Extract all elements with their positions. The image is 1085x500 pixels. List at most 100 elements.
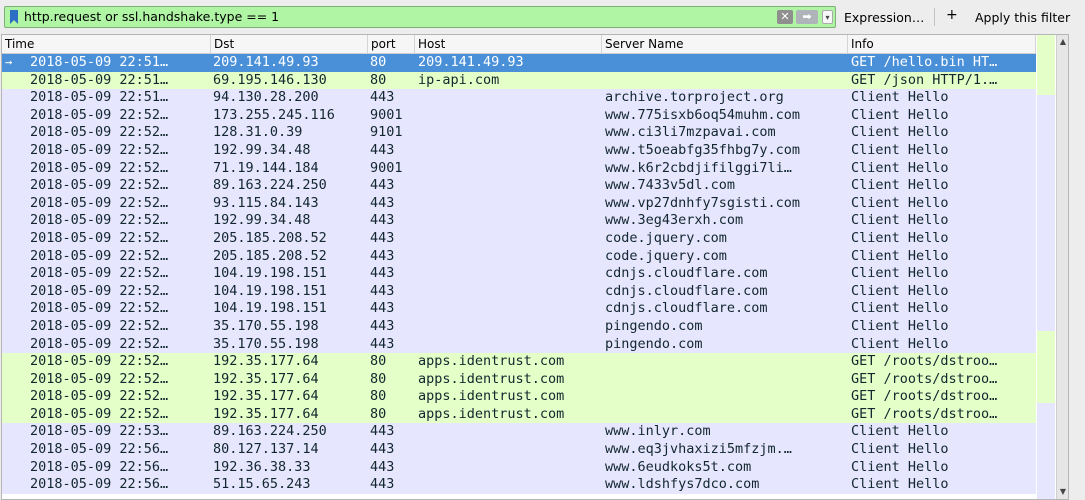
cell-server: www.7433v5dl.com [605,177,736,194]
scroll-up-icon[interactable]: ▲ [1057,35,1068,49]
packet-row[interactable]: 2018-05-09 22:56… 51.15.65.243 443 www.ldsh… [2,476,1036,494]
cell-dst: 192.35.177.64 [213,405,319,422]
packet-row[interactable]: 2018-05-09 22:52… 192.99.34.48 443 www.3eg4… [2,212,1036,230]
packet-row[interactable]: 2018-05-09 22:56… 80.127.137.14 443 www.eq3… [2,441,1036,459]
packet-row[interactable]: 2018-05-09 22:52… 93.115.84.143 443 www.vp2… [2,194,1036,213]
cell-server: www.k6r2cbdjifilggi7li… [605,159,792,176]
column-header-server-name[interactable]: Server Name [602,35,848,54]
packet-row[interactable]: 2018-05-09 22:52… 35.170.55.198 443 pingend… [2,317,1036,336]
column-header-info[interactable]: Info [848,35,1036,54]
cell-time: 2018-05-09 22:52… [30,370,169,387]
cell-host: ip-api.com [418,71,500,88]
cell-dst: 205.185.208.52 [213,229,327,246]
cell-info: Client Hello [851,441,949,458]
packet-row[interactable]: 2018-05-09 22:52… 192.35.177.64 80 apps.ide… [2,388,1036,406]
packet-row[interactable]: 2018-05-09 22:52… 89.163.224.250 443 www.74… [2,177,1036,195]
packet-row[interactable]: → 2018-05-09 22:51… 209.141.49.93 80 209.141… [2,54,1036,72]
cell-server [605,54,850,72]
packet-row[interactable]: 2018-05-09 22:52… 192.35.177.64 80 apps.ide… [2,370,1036,389]
expression-button[interactable]: Expression… [844,10,924,25]
column-header-time[interactable]: Time [2,35,211,54]
cell-server: www.eq3jvhaxizi5mfzjm.… [605,441,792,458]
packet-list[interactable]: Time Dst port Host Server Name Info → 201… [1,34,1069,500]
cell-server: cdnjs.cloudflare.com [605,282,768,299]
packet-row[interactable]: 2018-05-09 22:52… 71.19.144.184 9001 www.k6… [2,159,1036,178]
packet-rows: → 2018-05-09 22:51… 209.141.49.93 80 209.141… [2,54,1036,494]
cell-host [418,265,603,283]
cell-host [418,124,603,142]
packet-row[interactable]: 2018-05-09 22:52… 173.255.245.116 9001 www.… [2,106,1036,125]
cell-time: 2018-05-09 22:52… [30,194,169,211]
scroll-down-icon[interactable]: ▼ [1057,485,1068,499]
filter-history-dropdown[interactable]: ▾ [822,10,833,24]
cell-time: 2018-05-09 22:56… [30,476,169,493]
cell-info: Client Hello [851,317,949,334]
cell-host [418,336,603,354]
add-filter-button-icon[interactable]: + [946,7,958,23]
column-header-host[interactable]: Host [415,35,602,54]
cell-host: apps.identrust.com [418,405,565,422]
filter-text[interactable]: http.request or ssl.handshake.type == 1 [24,9,279,24]
cell-server: archive.torproject.org [605,89,784,106]
packet-row[interactable]: 2018-05-09 22:56… 192.36.38.33 443 www.6eud… [2,458,1036,477]
cell-server: pingendo.com [605,335,703,352]
cell-time: 2018-05-09 22:51… [30,89,169,106]
cell-port: 80 [370,54,387,70]
clear-icon[interactable]: ✕ [777,10,793,24]
packet-row[interactable]: 2018-05-09 22:52… 128.31.0.39 9101 www.ci3l… [2,124,1036,142]
vertical-scrollbar[interactable]: ▲ ▼ [1056,35,1068,499]
cell-host: apps.identrust.com [418,370,565,387]
cell-host [418,230,603,248]
packet-row[interactable]: 2018-05-09 22:52… 104.19.198.151 443 cdnjs.… [2,282,1036,301]
cell-info: Client Hello [851,159,949,176]
cell-time: 2018-05-09 22:56… [30,441,169,458]
packet-row[interactable]: 2018-05-09 22:53… 89.163.224.250 443 www.in… [2,423,1036,442]
cell-server: www.vp27dnhfy7sgisti.com [605,194,801,211]
apply-this-filter-button[interactable]: Apply this filter [975,10,1070,25]
cell-port: 443 [370,229,395,246]
cell-time: 2018-05-09 22:52… [30,317,169,334]
column-header-dst[interactable]: Dst [211,35,368,54]
cell-time: 2018-05-09 22:52… [30,159,169,176]
packet-row[interactable]: 2018-05-09 22:52… 205.185.208.52 443 code.j… [2,247,1036,266]
cell-server: www.775isxb6oq54muhm.com [605,106,801,123]
cell-dst: 192.35.177.64 [213,370,319,387]
cell-host [418,300,603,318]
minimap-segment [1037,95,1055,331]
packet-row[interactable]: 2018-05-09 22:52… 192.35.177.64 80 apps.ide… [2,405,1036,424]
cell-host [418,89,603,107]
packet-row[interactable]: 2018-05-09 22:52… 192.99.34.48 443 www.t5oe… [2,141,1036,160]
cell-port: 443 [370,476,395,493]
cell-host [418,177,603,195]
cell-server [605,371,850,389]
cell-port: 443 [370,265,395,282]
cell-dst: 192.99.34.48 [213,141,311,158]
packet-row[interactable]: 2018-05-09 22:52… 104.19.198.151 443 cdnjs.… [2,300,1036,318]
packet-row[interactable]: 2018-05-09 22:52… 104.19.198.151 443 cdnjs.… [2,265,1036,283]
cell-info: Client Hello [851,229,949,246]
packet-row[interactable]: 2018-05-09 22:52… 35.170.55.198 443 pingend… [2,335,1036,354]
cell-time: 2018-05-09 22:52… [30,300,169,317]
display-filter-input[interactable]: http.request or ssl.handshake.type == 1 … [4,6,836,28]
packet-row[interactable]: 2018-05-09 22:52… 205.185.208.52 443 code.j… [2,229,1036,248]
cell-host [418,107,603,125]
cell-port: 80 [370,370,387,387]
cell-info: Client Hello [851,300,949,317]
cell-time: 2018-05-09 22:52… [30,335,169,352]
packet-minimap[interactable] [1037,35,1055,499]
cell-info: Client Hello [851,89,949,106]
cell-server: code.jquery.com [605,229,727,246]
apply-arrow-icon[interactable]: ➡ [796,10,818,24]
column-header-port[interactable]: port [368,35,415,54]
packet-row[interactable]: 2018-05-09 22:51… 94.130.28.200 443 archive… [2,89,1036,107]
cell-dst: 104.19.198.151 [213,282,327,299]
cell-info: Client Hello [851,265,949,282]
cell-dst: 51.15.65.243 [213,476,311,493]
cell-host [418,441,603,459]
minimap-segment [1037,331,1055,403]
cell-port: 443 [370,141,395,158]
bookmark-icon[interactable] [10,10,18,24]
cell-info: Client Hello [851,458,949,475]
packet-row[interactable]: 2018-05-09 22:51… 69.195.146.130 80 ip-api.… [2,71,1036,90]
packet-row[interactable]: 2018-05-09 22:52… 192.35.177.64 80 apps.ide… [2,353,1036,371]
